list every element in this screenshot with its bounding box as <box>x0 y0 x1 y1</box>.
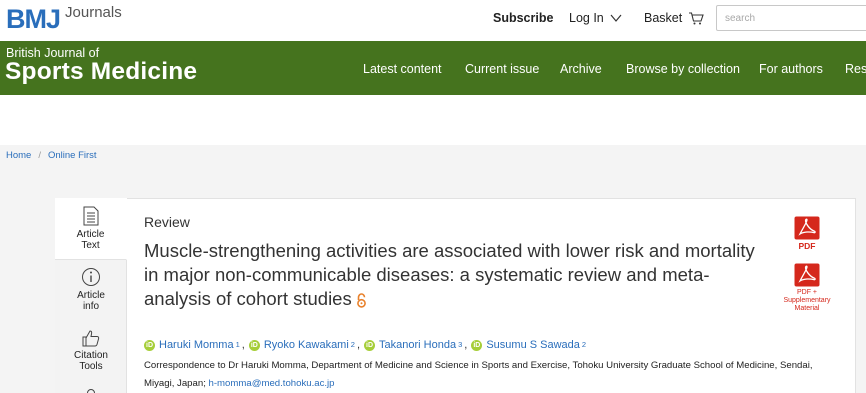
author-name[interactable]: Haruki Momma <box>159 338 234 352</box>
tab-citation-tools-label-1: Citation <box>74 350 108 361</box>
nav-current-issue[interactable]: Current issue <box>465 61 539 77</box>
login-label: Log In <box>569 11 604 25</box>
nav-browse-by-collection[interactable]: Browse by collection <box>626 61 740 77</box>
breadcrumb-home[interactable]: Home <box>6 150 31 162</box>
thumbs-up-icon <box>82 330 100 347</box>
article-title: Muscle-strengthening activities are asso… <box>144 239 774 311</box>
tab-article-info-label-2: info <box>82 301 100 312</box>
author-item[interactable]: iD Susumu S Sawada 2 <box>471 338 586 352</box>
author-affiliation[interactable]: 1 <box>236 338 240 352</box>
tab-citation-tools-label-2: Tools <box>79 361 103 372</box>
tab-article-text-label-2: Text <box>81 240 100 251</box>
login-link[interactable]: Log In <box>569 10 622 26</box>
info-icon <box>82 268 100 286</box>
author-separator: , <box>241 339 245 351</box>
pdf-supplementary-icon <box>794 263 820 287</box>
author-separator: , <box>356 339 361 351</box>
pdf-icon <box>794 216 820 240</box>
basket-label: Basket <box>644 11 683 25</box>
author-name[interactable]: Susumu S Sawada <box>486 338 580 352</box>
chevron-down-icon <box>610 14 622 22</box>
correspondence: Correspondence to Dr Haruki Momma, Depar… <box>144 357 834 393</box>
open-access-lock-icon <box>356 293 366 308</box>
basket-icon <box>689 11 704 24</box>
correspondence-email[interactable]: h-momma@med.tohoku.ac.jp <box>209 378 335 389</box>
author-item[interactable]: iD Ryoko Kawakami 2 <box>248 338 355 352</box>
pdf-label: PDF <box>798 241 816 251</box>
bmj-journals-logo[interactable]: BMJ Journals <box>6 2 122 36</box>
author-affiliation[interactable]: 2 <box>351 338 355 352</box>
tab-citation-tools[interactable]: Citation Tools <box>55 329 127 379</box>
supp-label-1: PDF + <box>796 289 818 296</box>
tab-article-info[interactable]: Article info <box>55 267 127 317</box>
orcid-icon[interactable]: iD <box>471 339 483 351</box>
supp-label-3: Material <box>794 305 820 312</box>
tab-share[interactable] <box>55 388 127 393</box>
orcid-icon[interactable]: iD <box>364 339 376 351</box>
share-icon <box>87 389 95 393</box>
article-title-text: Muscle-strengthening activities are asso… <box>144 240 755 309</box>
tab-article-text[interactable]: Article Text <box>55 198 127 260</box>
logo-bmj-text: BMJ <box>6 4 61 34</box>
pdf-download-button[interactable]: PDF <box>792 216 822 251</box>
nav-latest-content[interactable]: Latest content <box>363 61 442 77</box>
breadcrumb-online-first[interactable]: Online First <box>48 150 97 162</box>
author-list: iD Haruki Momma 1 , iD Ryoko Kawakami 2 … <box>144 338 586 352</box>
author-name[interactable]: Ryoko Kawakami <box>264 338 349 352</box>
subscribe-label: Subscribe <box>493 11 554 25</box>
author-separator: , <box>464 339 468 351</box>
author-item[interactable]: iD Haruki Momma 1 <box>144 338 240 352</box>
author-item[interactable]: iD Takanori Honda 3 <box>364 338 462 352</box>
search-input[interactable] <box>716 5 866 31</box>
nav-resources[interactable]: Res <box>845 61 866 77</box>
journal-name[interactable]: Sports Medicine <box>5 57 197 87</box>
nav-archive[interactable]: Archive <box>560 61 602 77</box>
nav-for-authors[interactable]: For authors <box>759 61 823 77</box>
tab-article-text-label-1: Article <box>76 229 105 240</box>
breadcrumb-separator: / <box>38 150 41 161</box>
pdf-supplementary-button[interactable]: PDF + Supplementary Material <box>774 263 840 313</box>
tab-article-info-label-1: Article <box>77 290 105 301</box>
article-side-tabs: Article Text Article info Citation Tools <box>55 198 127 393</box>
top-bar: BMJ Journals Subscribe Log In Basket <box>0 0 866 41</box>
basket-link[interactable]: Basket <box>644 10 704 26</box>
author-affiliation[interactable]: 3 <box>458 338 462 352</box>
breadcrumb: Home / Online First <box>6 150 97 162</box>
subscribe-link[interactable]: Subscribe <box>493 10 553 26</box>
journal-nav-bar: British Journal of Sports Medicine Lates… <box>0 41 866 95</box>
article-type: Review <box>144 214 190 230</box>
document-icon <box>83 206 98 226</box>
logo-journals-text: Journals <box>65 4 122 21</box>
orcid-icon[interactable]: iD <box>248 339 260 351</box>
author-name[interactable]: Takanori Honda <box>379 338 456 352</box>
supp-label-2: Supplementary <box>783 297 831 304</box>
author-affiliation[interactable]: 2 <box>582 338 586 352</box>
orcid-icon[interactable]: iD <box>144 339 155 351</box>
